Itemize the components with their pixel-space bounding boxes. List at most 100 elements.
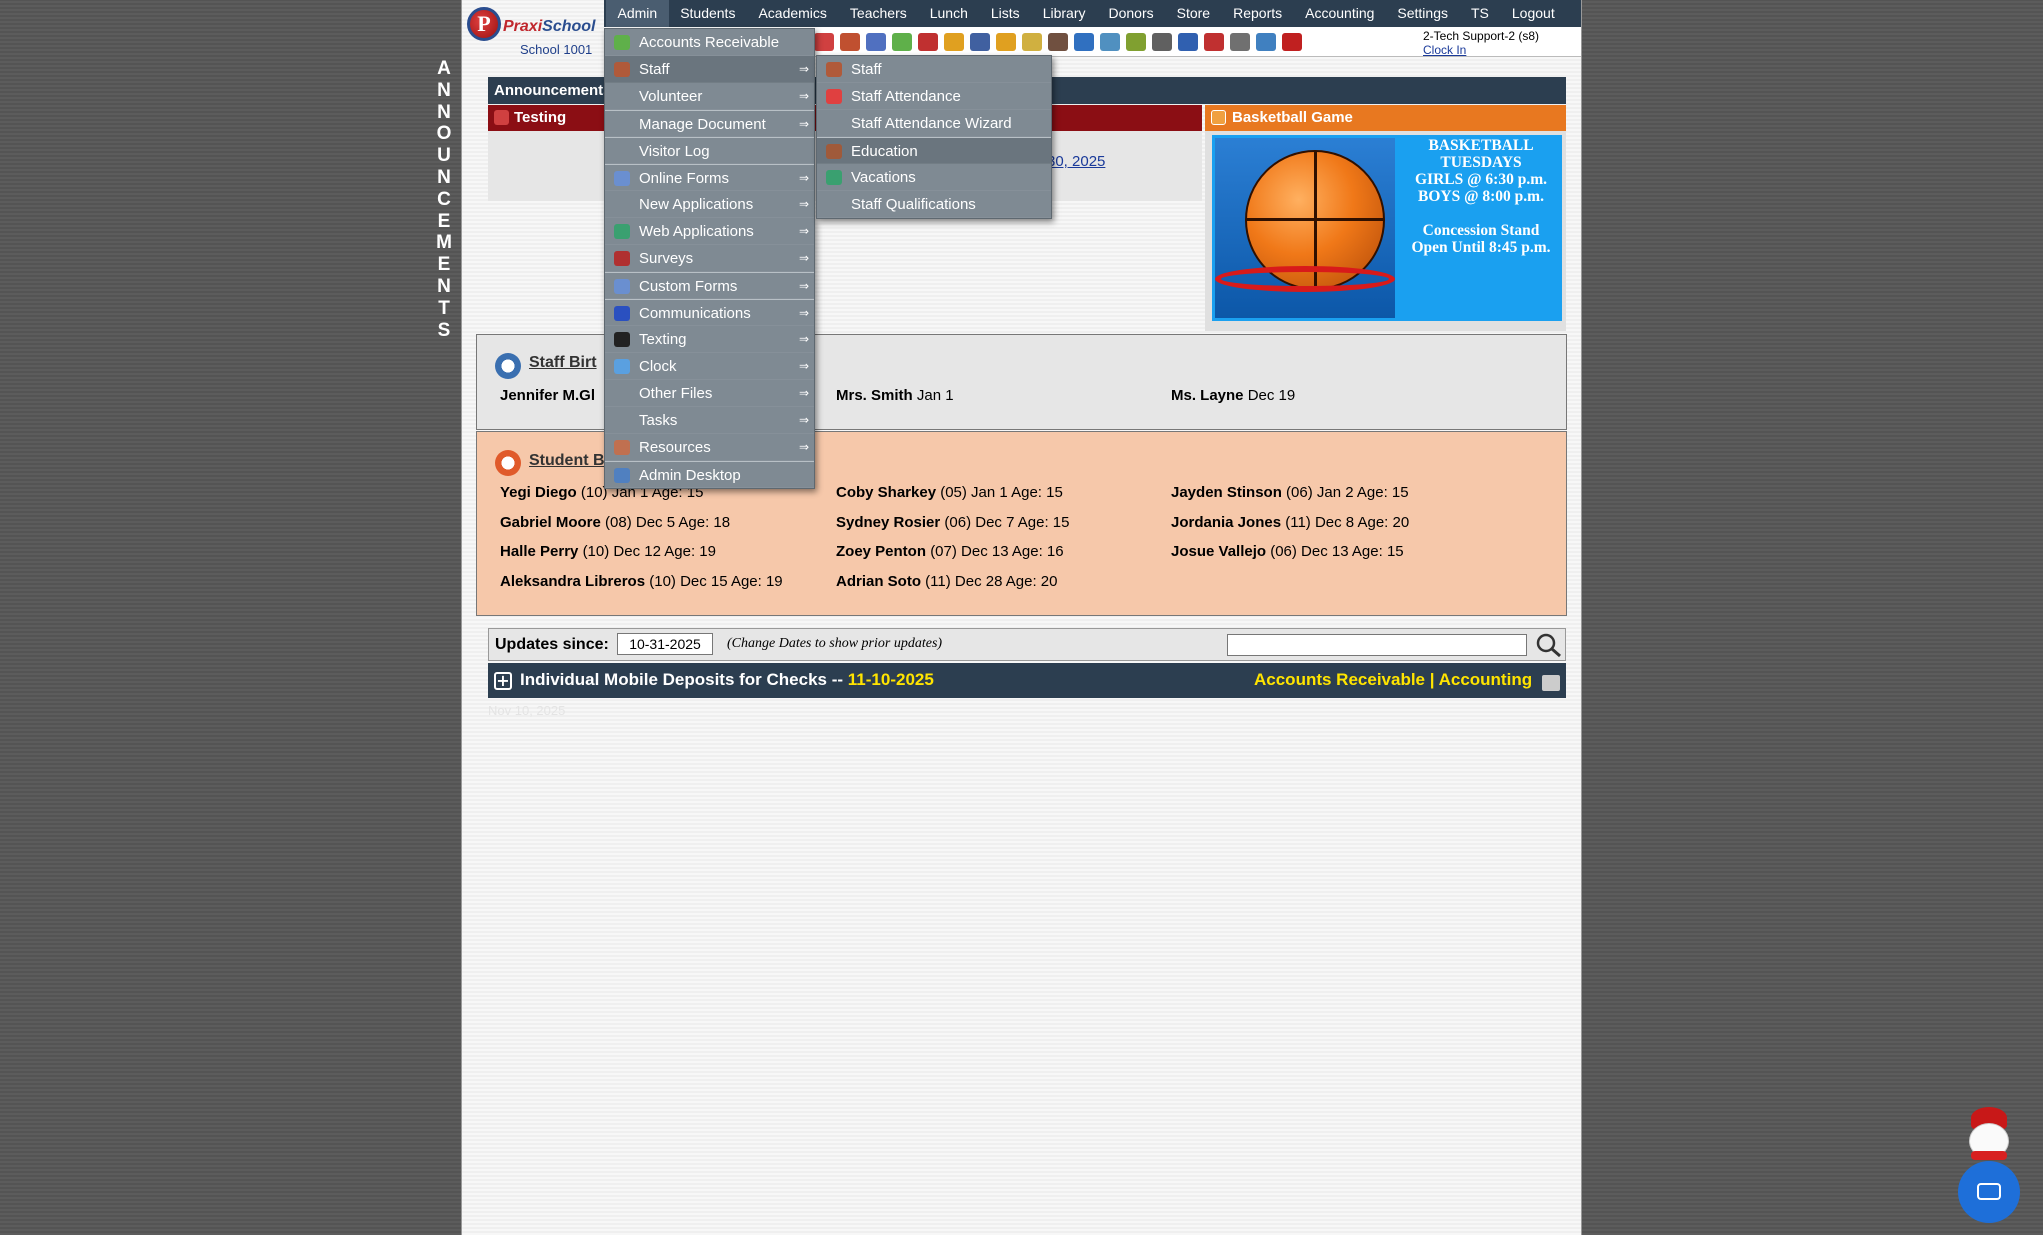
menu-item-new-applications[interactable]: New Applications ⇒ [605,191,814,218]
menu-item-manage-document[interactable]: Manage Document ⇒ [605,110,814,137]
book-icon[interactable] [970,32,990,51]
birthday-detail: (08) Dec 5 Age: 18 [605,513,731,531]
survey-icon [614,251,630,266]
birthday-detail: (10) Dec 15 Age: 19 [649,573,783,591]
nav-logout[interactable]: Logout [1500,0,1566,27]
staff-birthdays-title[interactable]: Staff Birt [529,354,597,372]
birthday-name[interactable]: Halle Perry [500,543,578,560]
menu-item-online-forms[interactable]: Online Forms ⇒ [605,164,814,191]
menu-item-staff[interactable]: Staff ⇒ [605,56,814,83]
mail-icon[interactable] [1022,32,1042,51]
birthday-name[interactable]: Adrian Soto [836,573,921,590]
birthday-name[interactable]: Jayden Stinson [1171,484,1282,501]
menu-item-communications[interactable]: Communications ⇒ [605,299,814,326]
student-birthdays-title[interactable]: Student B [529,452,605,470]
birthday-name[interactable]: Jennifer M.Gl [500,387,595,404]
birthday-name[interactable]: Jordania Jones [1171,514,1281,531]
birthday-name[interactable]: Mrs. Smith [836,387,913,404]
birthday-name[interactable]: Josue Vallejo [1171,543,1266,560]
lunch-icon[interactable] [944,32,964,51]
timer-icon[interactable] [1074,32,1094,51]
menu-item-custom-forms[interactable]: Custom Forms ⇒ [605,272,814,299]
nav-academics[interactable]: Academics [747,0,838,27]
nav-reports[interactable]: Reports [1222,0,1294,27]
accounts-receivable-link[interactable]: Accounts Receivable [1254,670,1425,689]
nav-lunch[interactable]: Lunch [918,0,979,27]
table-icon[interactable] [1100,32,1120,51]
nav-library[interactable]: Library [1031,0,1097,27]
pdf-icon[interactable] [1204,32,1224,51]
accounting-link[interactable]: Accounting [1439,670,1533,689]
menu-item-surveys[interactable]: Surveys ⇒ [605,245,814,272]
nav-ts[interactable]: TS [1460,0,1501,27]
menu-item-label: Visitor Log [639,143,710,160]
menu-item-label: Texting [639,331,687,348]
menu-item-resources[interactable]: Resources ⇒ [605,434,814,461]
menu-item-tasks[interactable]: Tasks ⇒ [605,407,814,434]
ap-icon[interactable] [1178,32,1198,51]
money-icon[interactable] [892,32,912,51]
menu-item-volunteer[interactable]: Volunteer ⇒ [605,83,814,110]
menu-item-vacations[interactable]: Vacations [817,164,1051,191]
menu-item-staff-attendance-wizard[interactable]: Staff Attendance Wizard [817,110,1051,137]
help-icon[interactable] [1256,32,1276,51]
birthday-name[interactable]: Aleksandra Libreros [500,573,645,590]
nav-teachers[interactable]: Teachers [838,0,918,27]
testing-announcement-link[interactable]: 30, 2025 [1047,153,1105,170]
user-info: 2-Tech Support-2 (s8) Clock In [1423,29,1539,57]
teacher-icon[interactable] [1048,32,1068,51]
logo-mark-icon: P [467,7,501,41]
family-icon[interactable] [918,32,938,51]
menu-item-staff-attendance[interactable]: Staff Attendance [817,83,1051,110]
birthday-name[interactable]: Coby Sharkey [836,484,936,501]
updates-since-date-input[interactable] [617,633,713,655]
praxischool-logo[interactable]: P PraxiSchool School 1001 [465,4,609,58]
pencil-icon[interactable] [996,32,1016,51]
menu-item-staff[interactable]: Staff [817,56,1051,83]
student-group-icon[interactable] [866,32,886,51]
nav-settings[interactable]: Settings [1386,0,1460,27]
menu-item-accounts-receivable[interactable]: Accounts Receivable [605,29,814,56]
printer-icon[interactable] [1542,675,1560,691]
birthday-name[interactable]: Yegi Diego [500,484,577,501]
logo-brand: PraxiSchool [503,18,596,35]
power-icon[interactable] [1282,32,1302,51]
nav-lists[interactable]: Lists [979,0,1031,27]
birthday-name[interactable]: Zoey Penton [836,543,926,560]
expand-plus-icon[interactable]: + [494,672,512,690]
side-letter: C [437,188,451,210]
menu-item-other-files[interactable]: Other Files ⇒ [605,380,814,407]
nav-donors[interactable]: Donors [1097,0,1165,27]
menu-item-visitor-log[interactable]: Visitor Log [605,137,814,164]
basketball-announcement-header[interactable]: Basketball Game [1205,105,1566,131]
chat-button[interactable] [1958,1161,2020,1223]
birthday-name[interactable]: Ms. Layne [1171,387,1244,404]
birthday-name[interactable]: Gabriel Moore [500,514,601,531]
menu-item-label: Other Files [639,385,713,402]
side-announcements-label[interactable]: ANNOUNCEMENTS [432,58,456,341]
clock-in-link[interactable]: Clock In [1423,43,1539,57]
nav-store[interactable]: Store [1165,0,1221,27]
snowman-decoration-icon [1964,1107,2014,1167]
submenu-arrow-icon: ⇒ [798,62,809,76]
nav-admin[interactable]: Admin [606,0,669,27]
updates-search-input[interactable] [1227,634,1527,656]
megaphone-icon[interactable] [814,32,834,51]
birthday-name[interactable]: Sydney Rosier [836,514,940,531]
ticket-icon[interactable] [1126,32,1146,51]
menu-item-clock[interactable]: Clock ⇒ [605,353,814,380]
menu-item-staff-qualifications[interactable]: Staff Qualifications [817,191,1051,218]
menu-item-texting[interactable]: Texting ⇒ [605,326,814,353]
nav-accounting[interactable]: Accounting [1294,0,1386,27]
cash-icon[interactable] [1230,32,1250,51]
menu-item-education[interactable]: Education [817,137,1051,164]
submenu-arrow-icon: ⇒ [798,306,809,320]
student-icon[interactable] [840,32,860,51]
birthday-entry: Jordania Jones (11) Dec 8 Age: 20 [1171,514,1409,531]
mobile-deposits-title[interactable]: Individual Mobile Deposits for Checks --… [520,670,934,690]
menu-item-admin-desktop[interactable]: Admin Desktop [605,461,814,488]
nav-students[interactable]: Students [669,0,747,27]
search-icon[interactable] [1535,632,1563,658]
menu-item-web-applications[interactable]: Web Applications ⇒ [605,218,814,245]
printer-icon[interactable] [1152,32,1172,51]
